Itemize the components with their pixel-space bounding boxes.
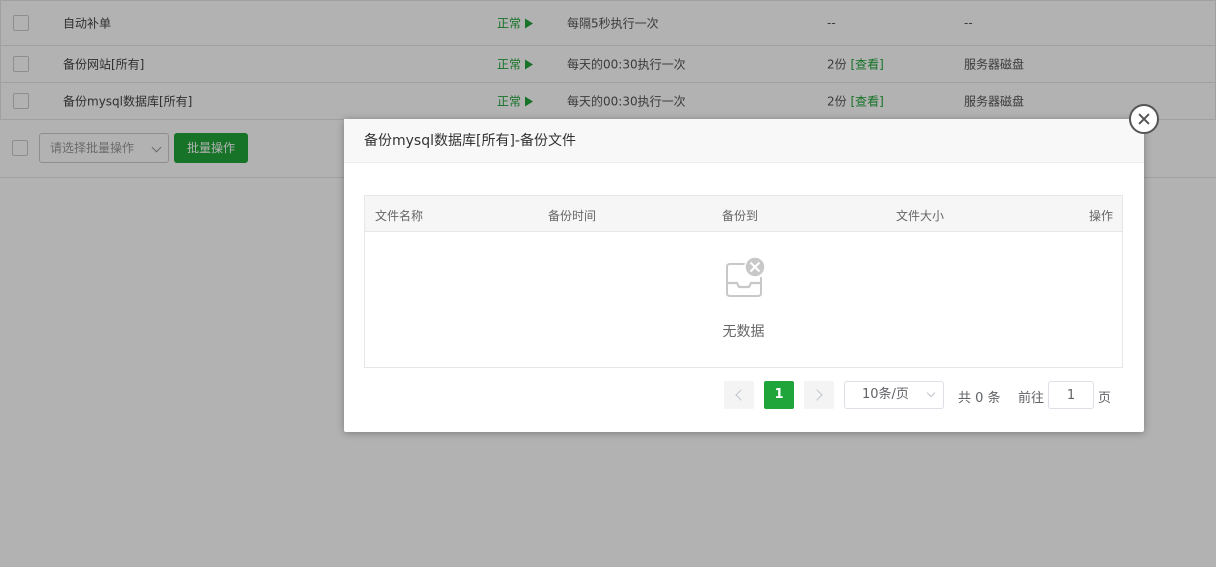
page-number[interactable]: 1	[764, 381, 794, 409]
column-header: 备份时间	[548, 209, 597, 223]
goto-unit: 页	[1098, 391, 1112, 406]
goto-label: 前往	[1018, 391, 1045, 406]
pagination: 1 10条/页 共 0 条 前往 页	[724, 381, 1124, 411]
empty-text: 无数据	[722, 324, 765, 340]
table-header: 文件名称 备份时间 备份到 文件大小 操作	[365, 196, 1122, 232]
column-header: 备份到	[722, 209, 759, 223]
empty-state: 无数据	[365, 233, 1122, 368]
dialog-title: 备份mysql数据库[所有]-备份文件	[344, 119, 1144, 163]
chevron-down-icon	[926, 388, 936, 398]
prev-page-button[interactable]	[724, 381, 754, 409]
column-header: 文件大小	[896, 209, 945, 223]
next-page-button[interactable]	[804, 381, 834, 409]
total-count: 共 0 条	[958, 391, 1001, 406]
column-header: 操作	[1088, 209, 1113, 223]
empty-inbox-icon	[726, 257, 765, 297]
goto-page-input[interactable]	[1048, 381, 1094, 409]
close-icon[interactable]	[1129, 104, 1159, 134]
page-size-select[interactable]: 10条/页	[844, 381, 944, 409]
backup-file-table: 文件名称 备份时间 备份到 文件大小 操作 无数据	[364, 195, 1123, 368]
column-header: 文件名称	[375, 209, 424, 223]
backup-files-dialog: 备份mysql数据库[所有]-备份文件 文件名称 备份时间 备份到 文件大小 操…	[344, 104, 1159, 432]
page-size-value: 10条/页	[862, 387, 909, 402]
